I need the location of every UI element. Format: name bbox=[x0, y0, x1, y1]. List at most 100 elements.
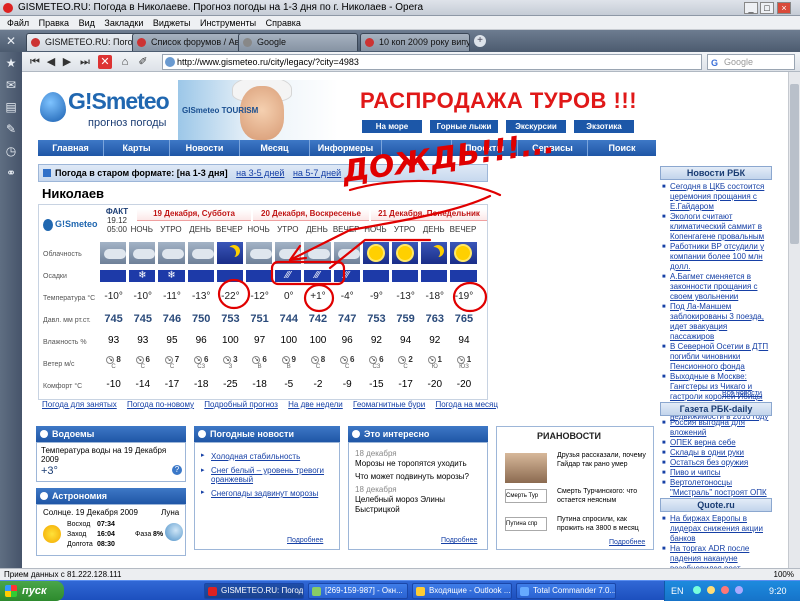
news-link-2[interactable]: Снег белый – уровень тревоги оранжевый bbox=[211, 466, 324, 484]
rbk-daily-item[interactable]: Вертолетоносцы "Мистраль" построят ОПК bbox=[662, 478, 772, 498]
rbk-item[interactable]: В Северной Осетии в ДТП погибли чиновник… bbox=[662, 342, 772, 372]
scrollbar-thumb[interactable] bbox=[790, 84, 799, 244]
rbk-daily-item[interactable]: ОПЕК верна себе bbox=[662, 438, 772, 448]
edit-icon[interactable]: ✐ bbox=[136, 55, 150, 69]
link-3-5-days[interactable]: на 3-5 дней bbox=[236, 168, 284, 178]
link-two-weeks[interactable]: На две недели bbox=[288, 400, 343, 409]
ria-item-2[interactable]: Смерть Турчинского: что остается неясным bbox=[557, 487, 651, 505]
history-icon[interactable]: ◷ bbox=[4, 144, 18, 158]
news-link-1[interactable]: Холодная стабильность bbox=[211, 452, 300, 461]
tab-forums[interactable]: Список форумов / Авт... × bbox=[132, 33, 254, 51]
menu-help[interactable]: Справка bbox=[266, 16, 301, 30]
rbk-header[interactable]: Новости РБК bbox=[660, 166, 772, 180]
link-geomagnetic[interactable]: Геомагнитные бури bbox=[353, 400, 425, 409]
ria-more[interactable]: Подробнее bbox=[609, 539, 645, 546]
ad-title[interactable]: РАСПРОДАЖА ТУРОВ !!! bbox=[360, 88, 637, 114]
nav-projects[interactable]: Проекты bbox=[452, 140, 518, 156]
link-detailed[interactable]: Подробный прогноз bbox=[204, 400, 278, 409]
ria-thumb-2[interactable]: Смерть Тур bbox=[505, 489, 547, 503]
tray-icon[interactable] bbox=[693, 586, 701, 594]
tab-google[interactable]: Google bbox=[238, 33, 358, 51]
rbk-item[interactable]: Работники ВР отсудили у компании более 1… bbox=[662, 242, 772, 272]
menu-tools[interactable]: Инструменты bbox=[200, 16, 256, 30]
link-5-7-days[interactable]: на 5-7 дней bbox=[293, 168, 341, 178]
interesting-text-2[interactable]: Что может подвинуть морозы? bbox=[355, 472, 485, 482]
rbk-daily-item[interactable]: Склады в одни руки bbox=[662, 448, 772, 458]
rbk-item[interactable]: А.Багмет сменяется в законности прощания… bbox=[662, 272, 772, 302]
ria-thumb-3[interactable]: Путина спр bbox=[505, 517, 547, 531]
close-button[interactable]: × bbox=[777, 2, 791, 14]
ad-button-ski[interactable]: Горные лыжи bbox=[430, 120, 498, 133]
new-tab-button[interactable]: + bbox=[474, 35, 486, 47]
rbk-all-news[interactable]: Все новости bbox=[722, 390, 762, 397]
menu-bookmarks[interactable]: Закладки bbox=[104, 16, 143, 30]
nav-home[interactable]: Главная bbox=[38, 140, 104, 156]
quote-item[interactable]: На биржах Европы в лидерах снижения акци… bbox=[662, 514, 772, 544]
fast-forward-icon[interactable]: ⏭ bbox=[78, 55, 92, 69]
link-weather-busy[interactable]: Погода для занятых bbox=[42, 400, 117, 409]
rbk-daily-item[interactable]: Остаться без оружия bbox=[662, 458, 772, 468]
window-titlebar[interactable]: GISMETEO.RU: Погода в Николаеве. Прогноз… bbox=[0, 0, 800, 16]
nav-maps[interactable]: Карты bbox=[104, 140, 170, 156]
link-month[interactable]: Погода на месяц bbox=[435, 400, 498, 409]
forward-icon[interactable]: ▶ bbox=[60, 55, 74, 69]
gismeteo-logo[interactable]: G!Smeteo прогноз погоды bbox=[38, 84, 178, 136]
weather-news-more[interactable]: Подробнее bbox=[287, 537, 323, 544]
link-weather-new[interactable]: Погода по-новому bbox=[127, 400, 194, 409]
clock[interactable]: 9:20 bbox=[769, 581, 787, 601]
start-button[interactable]: пуск bbox=[0, 581, 64, 601]
nav-month[interactable]: Месяц bbox=[240, 140, 310, 156]
tray-icon[interactable] bbox=[707, 586, 715, 594]
address-input[interactable]: http://www.gismeteo.ru/city/legacy/?city… bbox=[162, 54, 702, 70]
maximize-button[interactable]: □ bbox=[760, 2, 774, 14]
zoom-level[interactable]: 100% bbox=[774, 569, 794, 580]
nav-informers[interactable]: Информеры bbox=[310, 140, 382, 156]
menu-widgets[interactable]: Виджеты bbox=[153, 16, 191, 30]
home-icon[interactable]: ⌂ bbox=[118, 55, 132, 69]
back-icon[interactable]: ◀ bbox=[44, 55, 58, 69]
minimize-button[interactable]: _ bbox=[744, 2, 758, 14]
mail-icon[interactable]: ✉ bbox=[4, 78, 18, 92]
rbk-daily-header[interactable]: Газета РБК-daily bbox=[660, 402, 772, 416]
language-indicator[interactable]: EN bbox=[671, 581, 684, 601]
ria-thumb-1[interactable] bbox=[505, 453, 547, 483]
links-icon[interactable]: ⚭ bbox=[4, 166, 18, 180]
ad-button-tours[interactable]: Экскурсии bbox=[506, 120, 566, 133]
stop-icon[interactable]: ✕ bbox=[98, 55, 112, 69]
rbk-item[interactable]: Экологи считают климатический саммит в К… bbox=[662, 212, 772, 242]
rbk-item[interactable]: Сегодня в ЦКБ состоится церемония прощан… bbox=[662, 182, 772, 212]
ad-button-exotic[interactable]: Экзотика bbox=[574, 120, 634, 133]
search-input[interactable]: G Google bbox=[707, 54, 795, 70]
nav-hidden[interactable] bbox=[382, 140, 452, 156]
notes-icon[interactable]: ✎ bbox=[4, 122, 18, 136]
contacts-icon[interactable]: ▤ bbox=[4, 100, 18, 114]
menu-edit[interactable]: Правка bbox=[39, 16, 69, 30]
interesting-text-3[interactable]: Целебный мороз Элины Быстрицкой bbox=[355, 495, 485, 515]
page-scrollbar[interactable] bbox=[788, 72, 800, 568]
ria-logo[interactable]: РИАНОВОСТИ bbox=[537, 431, 601, 441]
nav-search[interactable]: Поиск bbox=[588, 140, 656, 156]
menu-view[interactable]: Вид bbox=[79, 16, 95, 30]
ad-button-sea[interactable]: На море bbox=[362, 120, 422, 133]
ria-item-3[interactable]: Путина спросили, как прожить на 3800 в м… bbox=[557, 515, 651, 533]
nav-news[interactable]: Новости bbox=[170, 140, 240, 156]
rbk-item[interactable]: Под Ла-Маншем заблокированы 3 поезда, ид… bbox=[662, 302, 772, 342]
help-icon[interactable]: ? bbox=[172, 465, 182, 475]
tab-coin[interactable]: 10 коп 2009 року випу... bbox=[360, 33, 470, 51]
panel-toggle-icon[interactable]: ✕ bbox=[4, 34, 18, 48]
nav-services[interactable]: Сервисы bbox=[518, 140, 588, 156]
ria-item-1[interactable]: Друзья рассказали, почему Гайдар так ран… bbox=[557, 451, 651, 469]
task-total-commander[interactable]: Total Commander 7.0... bbox=[516, 583, 616, 599]
interesting-text-1[interactable]: Морозы не торопятся уходить bbox=[355, 459, 485, 469]
task-opera[interactable]: GISMETEO.RU: Погод... bbox=[204, 583, 304, 599]
menu-file[interactable]: Файл bbox=[7, 16, 29, 30]
bookmarks-star-icon[interactable]: ★ bbox=[4, 56, 18, 70]
news-link-3[interactable]: Снегопады задвинут морозы bbox=[211, 489, 318, 498]
rbk-item[interactable]: Выходные в Москве: Гангстеры из Чикаго и… bbox=[662, 372, 772, 402]
ad-image[interactable]: GISmeteo TOURISM bbox=[178, 80, 338, 140]
interesting-more[interactable]: Подробнее bbox=[441, 537, 477, 544]
rbk-daily-item[interactable]: Россия выгодна для вложений bbox=[662, 418, 772, 438]
task-icq[interactable]: [269-159-987] - Окн... bbox=[308, 583, 408, 599]
rewind-icon[interactable]: ⏮ bbox=[28, 55, 42, 69]
task-outlook[interactable]: Входящие - Outlook ... bbox=[412, 583, 512, 599]
